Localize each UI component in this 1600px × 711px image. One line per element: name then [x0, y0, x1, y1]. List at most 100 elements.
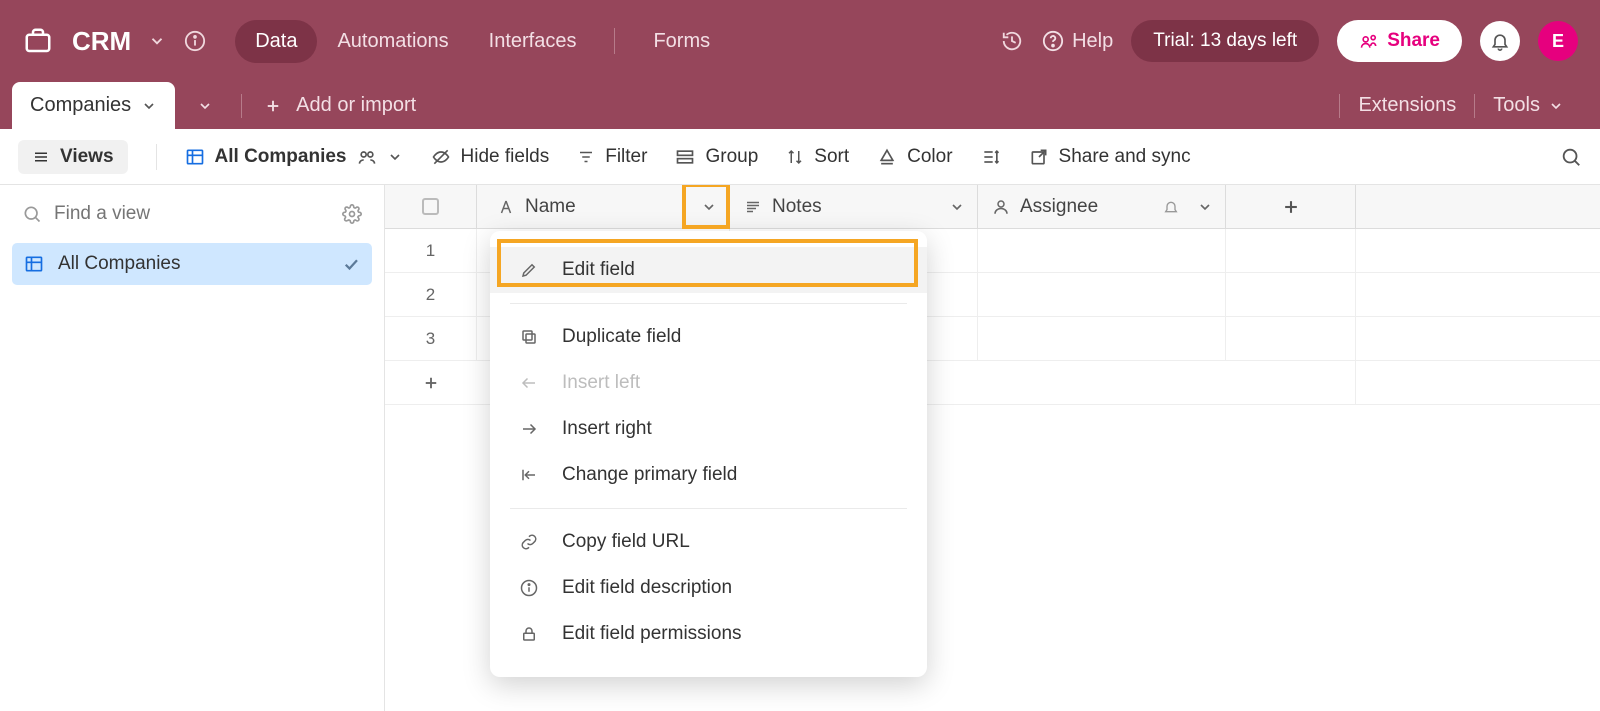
current-view[interactable]: All Companies [185, 146, 403, 168]
notifications-button[interactable] [1480, 21, 1520, 61]
row-number: 2 [385, 273, 477, 316]
menu-change-primary[interactable]: Change primary field [490, 452, 927, 498]
eye-off-icon [431, 147, 451, 167]
column-label: Assignee [1020, 196, 1098, 218]
color-button[interactable]: Color [877, 146, 952, 168]
checkbox-icon [422, 198, 439, 215]
share-sync-button[interactable]: Share and sync [1029, 146, 1191, 168]
filter-icon [577, 148, 595, 166]
chevron-down-icon [1548, 98, 1564, 114]
menu-label: Insert left [562, 372, 640, 394]
body-area: All Companies Name Notes [0, 185, 1600, 711]
extensions-button[interactable]: Extensions [1340, 82, 1474, 129]
share-label: Share [1387, 30, 1440, 52]
filter-button[interactable]: Filter [577, 146, 647, 168]
column-label: Name [525, 196, 576, 218]
column-name[interactable]: Name [477, 185, 730, 228]
find-view-input[interactable] [54, 203, 330, 225]
help-label: Help [1072, 30, 1113, 53]
top-bar: CRM Data Automations Interfaces Forms He… [0, 0, 1600, 82]
history-icon[interactable] [1000, 29, 1024, 53]
text-field-icon [497, 198, 515, 216]
gear-icon[interactable] [342, 204, 362, 224]
sidebar: All Companies [0, 185, 385, 711]
long-text-icon [744, 198, 762, 216]
extensions-label: Extensions [1358, 94, 1456, 117]
lock-icon [518, 623, 540, 645]
grid-icon [24, 254, 44, 274]
cell [1226, 273, 1356, 316]
menu-icon [32, 148, 50, 166]
briefcase-icon[interactable] [22, 25, 54, 57]
menu-edit-description[interactable]: Edit field description [490, 565, 927, 611]
avatar[interactable]: E [1538, 21, 1578, 61]
column-assignee[interactable]: Assignee [978, 185, 1226, 228]
chevron-down-icon [387, 149, 403, 165]
add-or-import-button[interactable]: Add or import [248, 82, 432, 129]
add-or-import-label: Add or import [296, 94, 416, 117]
people-icon [357, 147, 377, 167]
grid-area: Name Notes Assignee [385, 185, 1600, 711]
top-right: Help Trial: 13 days left Share E [1000, 20, 1578, 62]
menu-edit-permissions[interactable]: Edit field permissions [490, 611, 927, 657]
arrow-left-icon [518, 372, 540, 394]
menu-label: Edit field permissions [562, 623, 742, 645]
field-context-menu: Edit field Duplicate field Insert left I… [490, 231, 927, 677]
tools-button[interactable]: Tools [1475, 82, 1582, 129]
nav-data[interactable]: Data [235, 20, 317, 63]
arrow-right-icon [518, 418, 540, 440]
help-button[interactable]: Help [1042, 30, 1113, 53]
tab-separator [241, 94, 242, 118]
menu-insert-right[interactable]: Insert right [490, 406, 927, 452]
trial-pill[interactable]: Trial: 13 days left [1131, 20, 1319, 62]
notify-icon [1163, 199, 1179, 215]
info-icon[interactable] [183, 29, 207, 53]
views-button[interactable]: Views [18, 140, 128, 174]
grid-header: Name Notes Assignee [385, 185, 1600, 229]
sidebar-view-all-companies[interactable]: All Companies [12, 243, 372, 285]
sort-button[interactable]: Sort [786, 146, 849, 168]
row-height-icon [981, 147, 1001, 167]
color-label: Color [907, 146, 952, 168]
cell [1226, 229, 1356, 272]
menu-edit-field[interactable]: Edit field [490, 247, 927, 293]
sort-icon [786, 148, 804, 166]
column-dropdown-button[interactable] [949, 199, 965, 215]
cell[interactable] [978, 317, 1226, 360]
cell[interactable] [978, 229, 1226, 272]
sort-label: Sort [814, 146, 849, 168]
toolbar-right [1560, 146, 1582, 168]
current-view-label: All Companies [215, 146, 347, 168]
cell[interactable] [978, 273, 1226, 316]
tab-overflow-button[interactable] [175, 82, 235, 129]
search-icon[interactable] [1560, 146, 1582, 168]
nav-forms[interactable]: Forms [633, 20, 730, 63]
view-label: All Companies [58, 253, 181, 275]
tab-companies[interactable]: Companies [12, 82, 175, 129]
user-icon [992, 198, 1010, 216]
nav-automations[interactable]: Automations [317, 20, 468, 63]
row-height-button[interactable] [981, 147, 1001, 167]
row-number: 1 [385, 229, 477, 272]
column-notes[interactable]: Notes [730, 185, 978, 228]
menu-duplicate-field[interactable]: Duplicate field [490, 314, 927, 360]
menu-label: Insert right [562, 418, 652, 440]
view-toolbar: Views All Companies Hide fields Filter G… [0, 129, 1600, 185]
hide-fields-button[interactable]: Hide fields [431, 146, 550, 168]
filter-label: Filter [605, 146, 647, 168]
toolbar-separator [156, 144, 157, 170]
column-dropdown-button[interactable] [701, 199, 717, 215]
chevron-down-icon [141, 98, 157, 114]
app-title[interactable]: CRM [72, 26, 131, 57]
group-button[interactable]: Group [675, 146, 758, 168]
chevron-down-icon[interactable] [145, 29, 169, 53]
column-dropdown-button[interactable] [1197, 199, 1213, 215]
hide-fields-label: Hide fields [461, 146, 550, 168]
share-button[interactable]: Share [1337, 20, 1462, 62]
nav-interfaces[interactable]: Interfaces [469, 20, 597, 63]
tab-label: Companies [30, 94, 131, 117]
add-column-button[interactable] [1226, 185, 1356, 228]
select-all-column[interactable] [385, 185, 477, 228]
menu-copy-url[interactable]: Copy field URL [490, 519, 927, 565]
row-number: 3 [385, 317, 477, 360]
